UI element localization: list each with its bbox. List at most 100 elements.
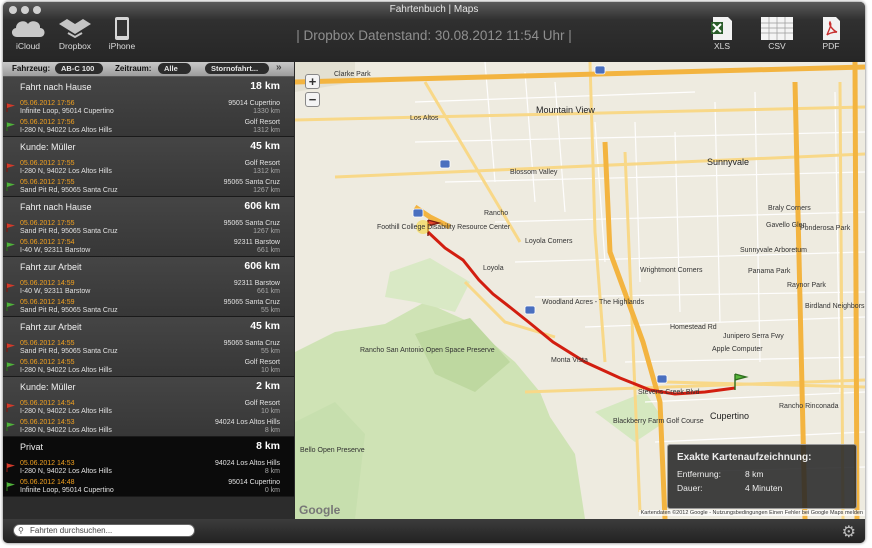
map-label-sunnyvale-arboretum: Sunnyvale Arboretum	[740, 247, 807, 254]
map-label-raynor-park: Raynor Park	[787, 282, 826, 289]
cloud-icon	[11, 21, 45, 37]
end-address: Sand Pit Rd, 95065 Santa Cruz	[20, 307, 118, 314]
trip-title: Kunde: Müller	[20, 382, 76, 392]
trip-title: Fahrt zur Arbeit	[20, 322, 82, 332]
map-label-gavello-glen: Gavello Glen	[766, 222, 807, 229]
trip-row[interactable]: Fahrt nach Hause 606 km 05.06.2012 17:55 Sa…	[3, 197, 294, 257]
start-odometer: 1312 km	[253, 168, 280, 175]
search-icon: ⚲	[18, 526, 24, 535]
period-select[interactable]: Alle	[158, 63, 191, 74]
iphone-button[interactable]: iPhone	[100, 16, 144, 51]
end-date: 05.06.2012 17:56	[20, 119, 75, 126]
end-odometer: 10 km	[260, 367, 280, 374]
app-window: Fahrtenbuch | Maps | Dropbox Datenstand:…	[3, 2, 865, 543]
trip-distance: 8 km	[256, 440, 280, 452]
map-label-blackberry-farm: Blackberry Farm Golf Course	[613, 418, 704, 425]
end-place: 92311 Barstow	[233, 239, 280, 246]
trip-row[interactable]: Kunde: Müller 45 km 05.06.2012 17:55 I-280 …	[3, 137, 294, 197]
flag-shape	[6, 182, 15, 191]
end-address: I-280 N, 94022 Los Altos Hills	[20, 127, 112, 134]
gear-icon[interactable]: ⚙	[842, 522, 856, 542]
end-address: Sand Pit Rd, 95065 Santa Cruz	[20, 187, 118, 194]
route-info-panel: Exakte Kartenaufzeichnung: Entfernung: 8…	[667, 444, 857, 509]
start-address: I-280 N, 94022 Los Altos Hills	[20, 468, 112, 475]
double-chevron-right-icon[interactable]: »	[276, 62, 282, 73]
trip-distance: 606 km	[244, 200, 280, 212]
trip-distance: 2 km	[256, 380, 280, 392]
map-label-loyola: Loyola	[483, 265, 504, 272]
csv-file-icon	[761, 17, 793, 40]
start-odometer: 1330 km	[253, 108, 280, 115]
trip-title: Fahrt nach Hause	[20, 82, 92, 92]
map-label-panama-park: Panama Park	[748, 268, 791, 275]
map-label-blossom-valley: Blossom Valley	[510, 169, 558, 176]
start-odometer: 1267 km	[253, 228, 280, 235]
trip-row[interactable]: Fahrt nach Hause 18 km 05.06.2012 17:56 Inf…	[3, 77, 294, 137]
start-odometer: 55 km	[260, 348, 280, 355]
trip-row[interactable]: Fahrt zur Arbeit 606 km 05.06.2012 14:59 I-…	[3, 257, 294, 317]
iphone-label: iPhone	[108, 41, 136, 51]
flag-shape	[6, 403, 15, 412]
cancel-trip-select[interactable]: Stornofahrt...	[205, 63, 269, 74]
end-date: 05.06.2012 14:55	[20, 359, 75, 366]
start-place: 95065 Santa Cruz	[223, 220, 280, 227]
end-place: 95065 Santa Cruz	[223, 179, 280, 186]
flag-shape	[6, 343, 15, 352]
export-csv-button[interactable]: CSV	[755, 16, 799, 51]
end-odometer: 1267 km	[253, 187, 280, 194]
map-label-stevens-creek-blvd: Stevens Creek Blvd	[638, 389, 700, 396]
search-field[interactable]: ⚲ Fahrten durchsuchen...	[13, 524, 195, 537]
flag-shape	[6, 362, 15, 371]
start-place: 95065 Santa Cruz	[223, 340, 280, 347]
vehicle-select[interactable]: AB-C 100	[55, 63, 103, 74]
map-label-clarke-park: Clarke Park	[334, 71, 371, 78]
flag-shape	[6, 422, 15, 431]
start-address: Sand Pit Rd, 95065 Santa Cruz	[20, 228, 118, 235]
trip-row[interactable]: Fahrt zur Arbeit 45 km 05.06.2012 14:55 San…	[3, 317, 294, 377]
trip-row[interactable]: Privat 8 km 05.06.2012 14:53 I-280 N, 94022…	[3, 437, 294, 497]
end-date: 05.06.2012 14:59	[20, 299, 75, 306]
zoom-out-button[interactable]: −	[305, 92, 320, 107]
trip-distance: 606 km	[244, 260, 280, 272]
start-address: I-40 W, 92311 Barstow	[20, 288, 91, 295]
map-label-ponderosa-park: Ponderosa Park	[800, 225, 851, 232]
map-label-braly-corners: Braly Corners	[768, 205, 811, 212]
end-odometer: 0 km	[264, 487, 280, 494]
end-place: 94024 Los Altos Hills	[215, 419, 280, 426]
filter-bar: Fahrzeug: AB-C 100 Zeitraum: Alle Storno…	[3, 62, 294, 77]
end-odometer: 55 km	[260, 307, 280, 314]
map-view[interactable]: + − Mountain View Sunnyvale Cupertino Lo…	[295, 62, 865, 519]
end-address: I-280 N, 94022 Los Altos Hills	[20, 367, 112, 374]
zoom-in-button[interactable]: +	[305, 74, 320, 89]
map-label-rancho-san-antonio: Rancho San Antonio Open Space Preserve	[360, 347, 495, 354]
start-odometer: 10 km	[260, 408, 280, 415]
trip-list[interactable]: Fahrt nach Hause 18 km 05.06.2012 17:56 Inf…	[3, 77, 294, 519]
start-address: I-280 N, 94022 Los Altos Hills	[20, 168, 112, 175]
map-label-foothill-college: Foothill College Disability Resource Cen…	[377, 224, 511, 231]
icloud-button[interactable]: iCloud	[6, 16, 50, 51]
start-date: 05.06.2012 14:55	[20, 340, 75, 347]
flag-shape	[6, 163, 15, 172]
distance-value: 8 km	[745, 469, 764, 479]
map-label-mountain-view: Mountain View	[536, 105, 595, 115]
start-address: Sand Pit Rd, 95065 Santa Cruz	[20, 348, 118, 355]
map-label-sunnyvale: Sunnyvale	[707, 157, 750, 167]
end-address: I-280 N, 94022 Los Altos Hills	[20, 427, 112, 434]
start-place: 95014 Cupertino	[228, 100, 280, 107]
export-xls-button[interactable]: XLS	[700, 16, 744, 51]
trip-row[interactable]: Kunde: Müller 2 km 05.06.2012 14:54 I-280 N…	[3, 377, 294, 437]
period-label: Zeitraum:	[115, 64, 152, 73]
map-label-bello-preserve: Bello Open Preserve	[300, 447, 365, 454]
dropbox-label: Dropbox	[58, 41, 92, 51]
map-copyright[interactable]: Kartendaten ©2012 Google - Nutzungsbedin…	[638, 510, 865, 516]
start-address: Infinite Loop, 95014 Cupertino	[20, 108, 114, 115]
start-date: 05.06.2012 14:59	[20, 280, 75, 287]
start-date: 05.06.2012 17:55	[20, 160, 75, 167]
export-pdf-button[interactable]: PDF	[809, 16, 853, 51]
xls-label: XLS	[713, 41, 731, 51]
start-odometer: 8 km	[264, 468, 280, 475]
dropbox-button[interactable]: Dropbox	[53, 16, 97, 51]
info-title: Exakte Kartenaufzeichnung:	[677, 452, 812, 463]
end-address: Infinite Loop, 95014 Cupertino	[20, 487, 114, 494]
flag-shape	[6, 103, 15, 112]
